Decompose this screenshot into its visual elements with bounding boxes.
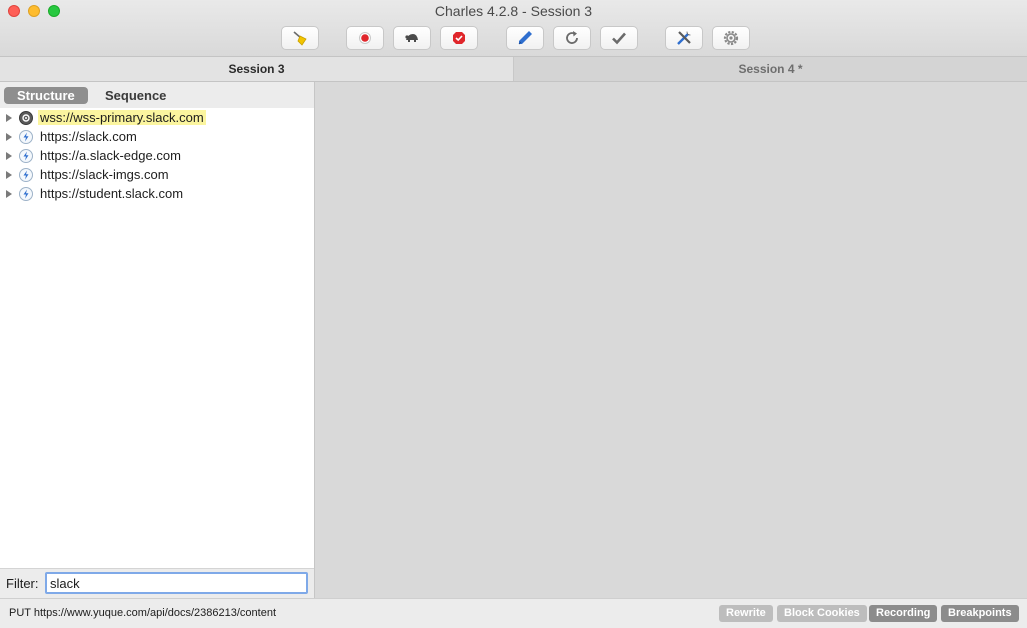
tree-row-wss-primary[interactable]: wss://wss-primary.slack.com [0, 108, 314, 127]
structure-view-button[interactable]: Structure [4, 87, 88, 104]
compose-button[interactable] [506, 26, 544, 50]
view-mode-switch: Structure Sequence [0, 82, 314, 108]
recording-toggle[interactable]: Recording [869, 605, 938, 622]
tab-session-3[interactable]: Session 3 [0, 57, 514, 81]
tree-row-student-slack[interactable]: https://student.slack.com [0, 184, 314, 203]
session-tabs: Session 3 Session 4 * [0, 57, 1027, 82]
validate-button[interactable] [600, 26, 638, 50]
repeat-button[interactable] [553, 26, 591, 50]
host-label: https://student.slack.com [40, 186, 184, 201]
stop-icon [453, 32, 465, 44]
breakpoints-button[interactable] [440, 26, 478, 50]
broom-icon [293, 31, 307, 46]
pen-icon [518, 31, 532, 45]
filter-input[interactable] [45, 572, 308, 594]
detail-panel [315, 82, 1027, 598]
lightning-icon [19, 129, 33, 144]
host-label: wss://wss-primary.slack.com [38, 110, 206, 125]
throttle-button[interactable] [393, 26, 431, 50]
record-button[interactable] [346, 26, 384, 50]
disclosure-triangle-icon[interactable] [6, 170, 12, 179]
clear-session-button[interactable] [281, 26, 319, 50]
title-bar: Charles 4.2.8 - Session 3 [0, 0, 1027, 57]
breakpoints-toggle[interactable]: Breakpoints [941, 605, 1019, 622]
turtle-icon [405, 34, 418, 42]
tools-button[interactable] [665, 26, 703, 50]
lightning-icon [19, 167, 33, 182]
refresh-icon [566, 31, 578, 44]
disclosure-triangle-icon[interactable] [6, 189, 12, 198]
structure-panel: Structure Sequence wss://wss-primary.sla… [0, 82, 315, 598]
sequence-view-button[interactable]: Sequence [92, 87, 179, 104]
tree-row-a-slack-edge[interactable]: https://a.slack-edge.com [0, 146, 314, 165]
status-bar: PUT https://www.yuque.com/api/docs/23862… [0, 598, 1027, 628]
block-cookies-toggle[interactable]: Block Cookies [777, 605, 867, 622]
check-icon [612, 32, 626, 45]
filter-label: Filter: [6, 576, 39, 591]
lightning-icon [19, 148, 33, 163]
status-text: PUT https://www.yuque.com/api/docs/23862… [9, 607, 277, 619]
record-icon [359, 32, 371, 44]
disclosure-triangle-icon[interactable] [6, 151, 12, 160]
lightning-icon [19, 186, 33, 201]
tab-session-4[interactable]: Session 4 * [514, 57, 1027, 81]
settings-button[interactable] [712, 26, 750, 50]
host-label: https://slack.com [40, 129, 137, 144]
host-label: https://a.slack-edge.com [40, 148, 181, 163]
tree-row-slack-imgs[interactable]: https://slack-imgs.com [0, 165, 314, 184]
tools-icon [677, 31, 691, 45]
disclosure-triangle-icon[interactable] [6, 132, 12, 141]
tree-row-slack-com[interactable]: https://slack.com [0, 127, 314, 146]
websocket-icon [19, 110, 33, 125]
disclosure-triangle-icon[interactable] [6, 113, 12, 122]
window-title: Charles 4.2.8 - Session 3 [434, 3, 593, 19]
rewrite-toggle[interactable]: Rewrite [719, 605, 773, 622]
host-label: https://slack-imgs.com [40, 167, 169, 182]
filter-bar: Filter: [0, 568, 314, 598]
gear-icon [723, 30, 739, 46]
host-tree: wss://wss-primary.slack.com https://slac… [0, 108, 314, 203]
